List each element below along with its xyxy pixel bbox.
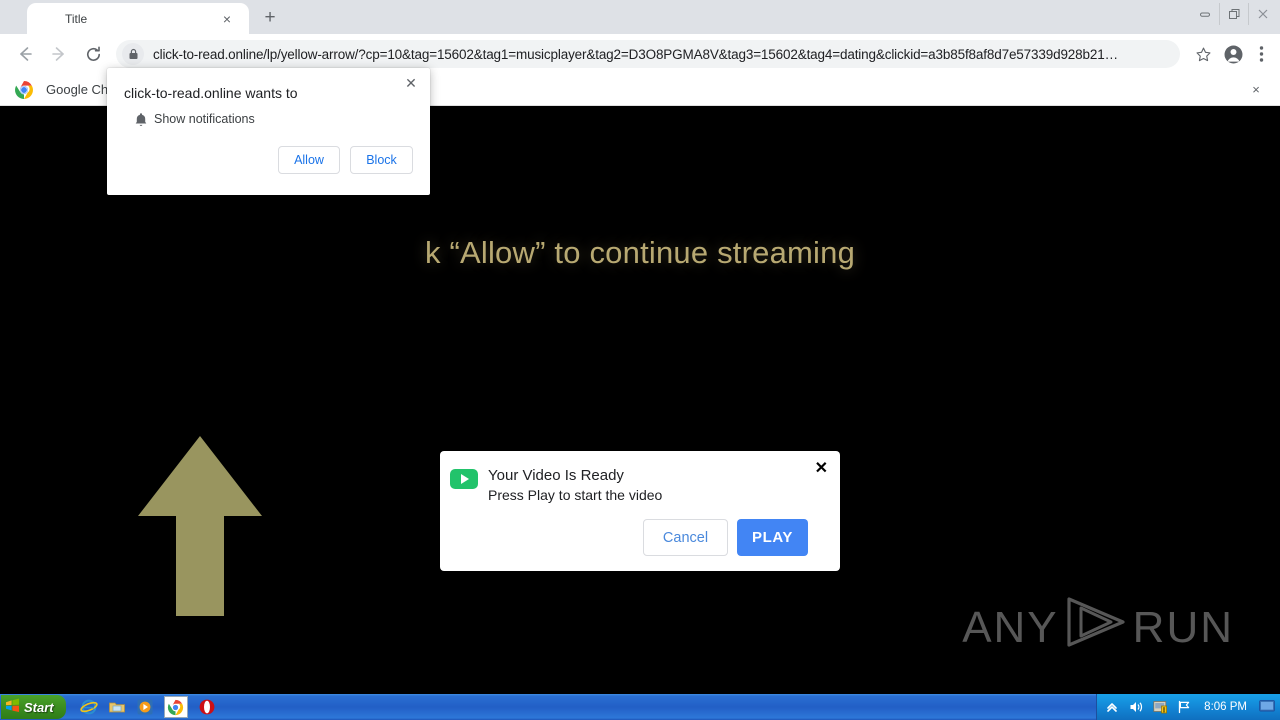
lock-icon[interactable] (122, 43, 144, 65)
restore-button[interactable] (1219, 3, 1248, 25)
close-button[interactable] (1248, 3, 1277, 25)
page-headline: k “Allow” to continue streaming (424, 235, 856, 270)
modal-subtitle: Press Play to start the video (488, 487, 663, 503)
watermark-text-left: ANY (962, 602, 1059, 652)
windows-taskbar: Start 8:06 PM (0, 694, 1280, 720)
anyrun-play-logo (1063, 595, 1129, 660)
reload-button[interactable] (76, 37, 110, 71)
internet-explorer-icon[interactable] (79, 698, 98, 716)
taskbar-clock[interactable]: 8:06 PM (1204, 701, 1247, 713)
start-label: Start (24, 699, 54, 715)
windows-flag-icon (5, 698, 20, 716)
chrome-taskbar-icon[interactable] (163, 696, 188, 718)
play-button[interactable]: PLAY (737, 519, 808, 556)
url-text: click-to-read.online/lp/yellow-arrow/?cp… (153, 46, 1118, 62)
allow-button[interactable]: Allow (278, 146, 340, 174)
profile-avatar-icon[interactable] (1218, 39, 1248, 69)
back-button[interactable] (8, 37, 42, 71)
page-viewport: k “Allow” to continue streaming ANY RUN (0, 106, 1280, 702)
window-controls (1190, 0, 1277, 28)
tab-close-icon[interactable]: × (219, 11, 235, 27)
minimize-button[interactable] (1190, 3, 1219, 25)
new-tab-button[interactable]: + (259, 7, 281, 29)
system-tray: 8:06 PM (1096, 694, 1280, 720)
security-alert-icon[interactable] (1153, 700, 1168, 715)
infobar-close-icon[interactable]: × (1248, 82, 1264, 98)
watermark-text-right: RUN (1132, 602, 1234, 652)
up-arrow-icon (138, 436, 262, 616)
network-flag-icon[interactable] (1177, 700, 1192, 715)
video-play-icon (450, 469, 478, 489)
notification-permission-bubble: ✕ click-to-read.online wants to Show not… (107, 68, 430, 195)
quick-launch-bar (79, 696, 216, 718)
tab-strip: Title × + (0, 0, 1280, 34)
screen: Title × + click-to-read.online/lp/yellow… (0, 0, 1280, 720)
media-player-icon[interactable] (136, 698, 154, 716)
block-button[interactable]: Block (350, 146, 413, 174)
forward-button[interactable] (42, 37, 76, 71)
three-dot-menu-icon[interactable] (1248, 39, 1274, 69)
address-bar[interactable]: click-to-read.online/lp/yellow-arrow/?cp… (116, 40, 1180, 68)
anyrun-watermark: ANY RUN (962, 595, 1234, 660)
star-icon[interactable] (1188, 39, 1218, 69)
show-desktop-icon[interactable] (1259, 699, 1275, 715)
permission-title: click-to-read.online wants to (124, 85, 298, 101)
infobar-message: Google Ch (46, 82, 109, 97)
chrome-browser-window: Title × + click-to-read.online/lp/yellow… (0, 0, 1280, 702)
show-hidden-icons[interactable] (1105, 700, 1120, 715)
chrome-logo-icon (14, 80, 34, 100)
volume-icon[interactable] (1129, 700, 1144, 715)
cancel-button[interactable]: Cancel (643, 519, 728, 556)
tab-title: Title (65, 12, 88, 26)
opera-icon[interactable] (198, 698, 216, 716)
permission-close-icon[interactable]: ✕ (402, 74, 420, 92)
start-button[interactable]: Start (1, 695, 66, 719)
modal-close-icon[interactable]: ✕ (815, 461, 828, 477)
browser-tab[interactable]: Title × (27, 3, 249, 34)
bell-icon (134, 112, 148, 128)
permission-label: Show notifications (154, 112, 255, 126)
file-explorer-icon[interactable] (108, 698, 126, 716)
modal-title: Your Video Is Ready (488, 467, 624, 484)
